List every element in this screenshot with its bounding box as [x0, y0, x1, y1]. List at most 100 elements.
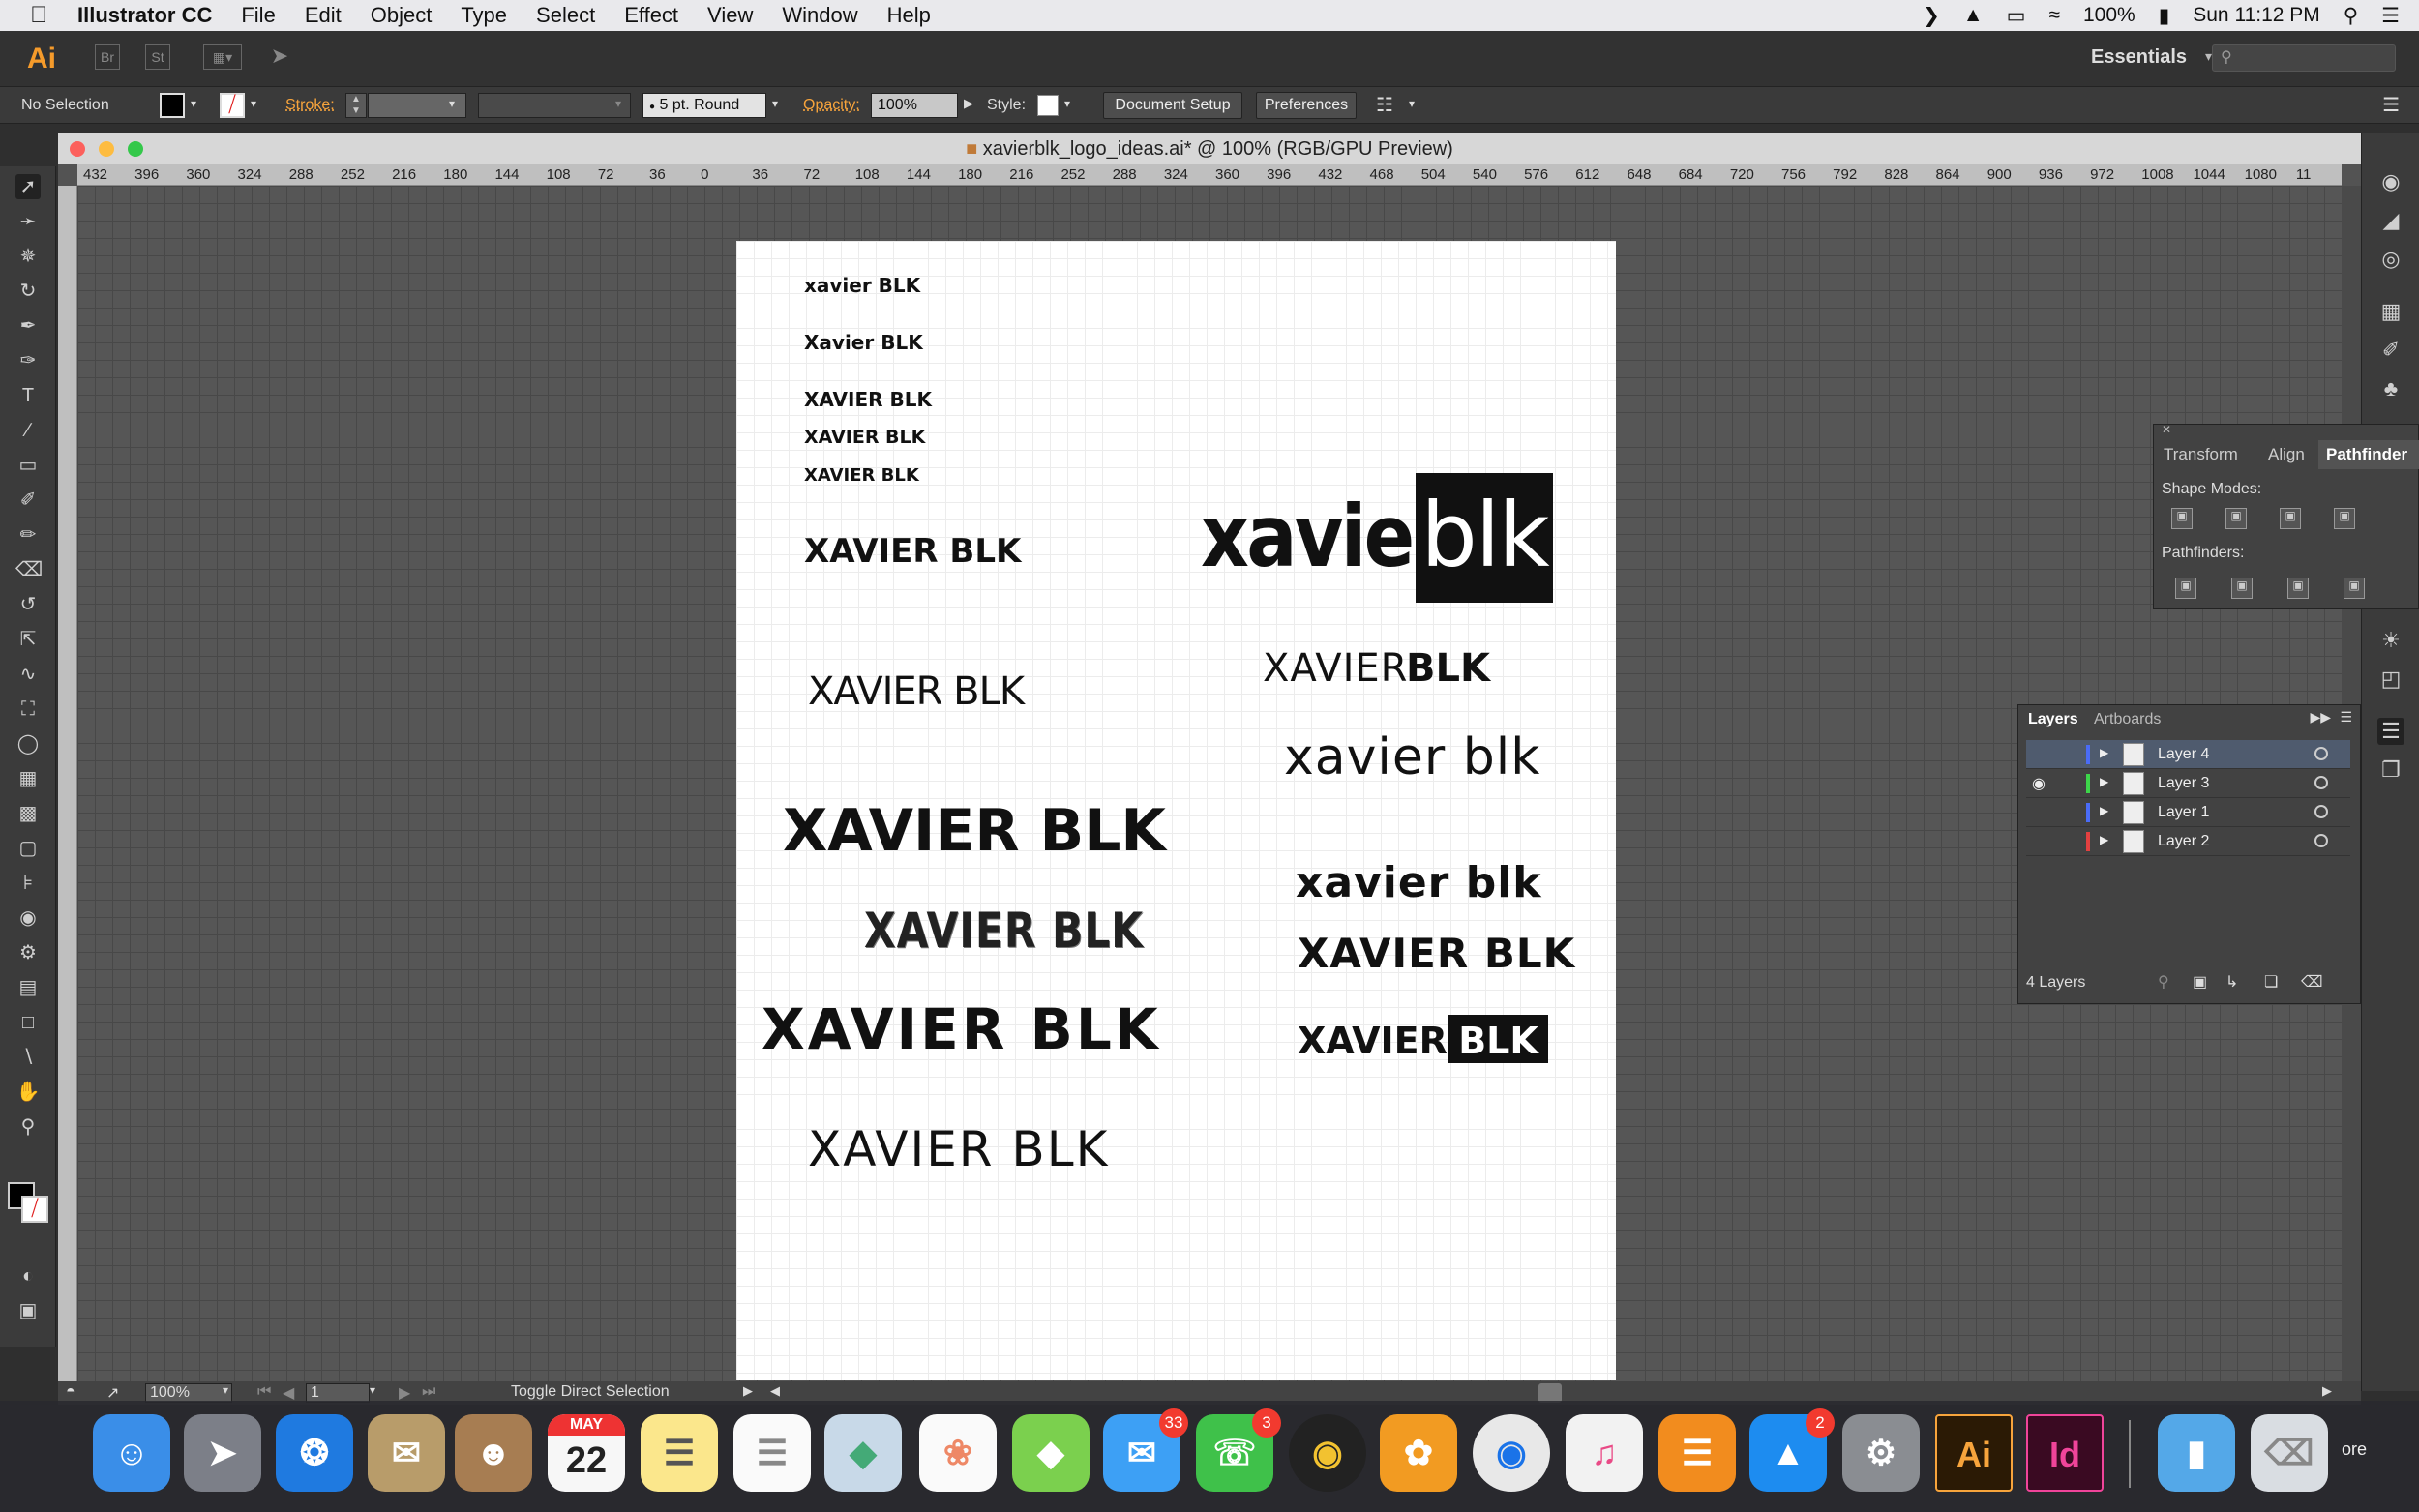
logo-variant-blk-word[interactable]: BLK [1406, 649, 1490, 688]
menu-effect[interactable]: Effect [624, 3, 678, 28]
collapse-panel-icon[interactable]: ▶▶ [2310, 709, 2331, 726]
rectangle-tool-icon[interactable]: ▭ [15, 453, 41, 478]
mail-icon[interactable]: ✉ [368, 1414, 445, 1492]
screen-mode-icon[interactable]: ▣ [15, 1298, 41, 1323]
graphic-styles-icon[interactable]: ◰ [2377, 666, 2404, 693]
target-icon[interactable] [2314, 747, 2328, 760]
battery-icon[interactable]: ▮ [2159, 4, 2170, 28]
zoom-tool-icon[interactable]: ⚲ [15, 1114, 41, 1140]
adobe-cc-icon[interactable]: ▲ [1963, 4, 1984, 27]
ibooks-icon[interactable]: ☰ [1658, 1414, 1736, 1492]
zoom-level-input[interactable]: 100% [145, 1383, 232, 1403]
logo-variant[interactable]: XAVIER BLK [804, 429, 925, 447]
status-message[interactable]: Toggle Direct Selection [511, 1383, 670, 1401]
layer-name[interactable]: Layer 3 [2158, 775, 2209, 792]
last-artboard-icon[interactable]: ⏭ [422, 1383, 435, 1401]
clock[interactable]: Sun 11:12 PM [2193, 4, 2320, 27]
sims-icon[interactable]: ◆ [1012, 1414, 1090, 1492]
contacts-icon[interactable]: ☻ [455, 1414, 532, 1492]
slice-tool-icon[interactable]: ∖ [15, 1045, 41, 1070]
trim-button[interactable]: ▣ [2231, 578, 2253, 599]
chevron-down-icon[interactable]: ▾ [1064, 97, 1070, 110]
magic-wand-tool-icon[interactable]: ✵ [15, 244, 41, 269]
maps-icon[interactable]: ◆ [824, 1414, 902, 1492]
logo-variant[interactable]: XAVIER BLK [783, 802, 1166, 860]
next-artboard-icon[interactable]: ▶ [399, 1383, 410, 1403]
calendar-icon[interactable]: MAY 22 [548, 1414, 625, 1492]
graph-tool-icon[interactable]: ▤ [15, 975, 41, 1000]
artboards-icon[interactable]: ❐ [2377, 756, 2404, 784]
brush-definition[interactable]: ● 5 pt. Round [642, 93, 766, 118]
share-icon[interactable]: ↗ [106, 1383, 119, 1403]
expand-triangle-icon[interactable]: ▶ [2100, 775, 2108, 788]
graphic-style-swatch[interactable] [1037, 95, 1059, 116]
menu-object[interactable]: Object [371, 3, 433, 28]
logo-variant[interactable]: xavier blk [1284, 732, 1540, 783]
tab-layers[interactable]: Layers [2028, 711, 2078, 728]
safari-icon[interactable]: ❂ [276, 1414, 353, 1492]
cc-libraries-icon[interactable]: ◎ [2377, 246, 2404, 273]
tab-transform[interactable]: Transform [2164, 440, 2238, 469]
logo-variant[interactable]: xavier blk [1296, 862, 1542, 904]
logo-variant[interactable]: XAVIER BLK [1298, 934, 1575, 974]
draw-mode-icon[interactable]: ◐ [15, 1263, 41, 1289]
chevron-down-icon[interactable]: ▾ [2205, 48, 2212, 65]
gpu-performance-icon[interactable]: ➤ [267, 44, 292, 70]
eye-icon[interactable]: ◉ [2032, 774, 2046, 793]
workspace-switcher[interactable]: Essentials [2091, 46, 2187, 69]
pencil-tool-icon[interactable]: ✏ [15, 522, 41, 548]
logo-variant[interactable]: Xavier BLK [804, 333, 923, 352]
close-window-button[interactable] [70, 141, 85, 157]
unite-button[interactable]: ▣ [2171, 508, 2193, 529]
canvas[interactable]: xavier BLK Xavier BLK XAVIER BLK XAVIER … [77, 186, 2342, 1385]
notification-center-icon[interactable]: ☰ [2381, 4, 2400, 28]
blend-tool-icon[interactable]: ◉ [15, 905, 41, 931]
curvature-tool-icon[interactable]: ✑ [15, 348, 41, 373]
notes-icon[interactable]: ☰ [641, 1414, 718, 1492]
app-store-icon[interactable]: ▲ 2 [1749, 1408, 1835, 1492]
intersect-button[interactable]: ▣ [2280, 508, 2301, 529]
layers-icon[interactable]: ☰ [2377, 718, 2404, 745]
first-artboard-icon[interactable]: ⏮ [257, 1383, 271, 1401]
arrange-icon[interactable]: ☷ [1376, 93, 1393, 117]
chevron-down-icon[interactable]: ▾ [1409, 97, 1415, 110]
logo-variant[interactable]: XAVIER BLK [804, 535, 1021, 568]
visibility-toggle[interactable] [2032, 746, 2051, 763]
panel-menu-icon[interactable]: ☰ [2340, 709, 2352, 726]
exclude-button[interactable]: ▣ [2334, 508, 2355, 529]
search-adobe-stock-input[interactable]: ⚲ [2212, 44, 2396, 72]
logo-variant[interactable]: XAVIER BLK [804, 467, 919, 485]
make-clipping-mask-icon[interactable]: ▣ [2193, 972, 2207, 992]
opacity-label[interactable]: Opacity: [803, 97, 860, 114]
divide-button[interactable]: ▣ [2175, 578, 2196, 599]
type-tool-icon[interactable]: T [15, 383, 41, 408]
scroll-right-icon[interactable]: ▶ [2322, 1383, 2332, 1399]
tab-align[interactable]: Align [2268, 440, 2305, 469]
artboard-tool-icon[interactable]: □ [15, 1010, 41, 1035]
menu-window[interactable]: Window [782, 3, 857, 28]
brushes-icon[interactable]: ✐ [2377, 337, 2404, 364]
tab-artboards[interactable]: Artboards [2094, 711, 2161, 728]
lasso-tool-icon[interactable]: ↻ [15, 279, 41, 304]
minus-front-button[interactable]: ▣ [2225, 508, 2247, 529]
horizontal-ruler[interactable]: 432 396 360 324 288 252 216 180 144 108 72 36 0 36 72 1… [77, 164, 2342, 186]
visibility-toggle[interactable] [2032, 804, 2051, 821]
finder-icon[interactable]: ☺ [93, 1414, 170, 1492]
target-icon[interactable] [2314, 805, 2328, 818]
folder-icon[interactable]: ▮ [2158, 1414, 2235, 1492]
airplay-icon[interactable]: ▭ [2007, 4, 2026, 28]
menu-edit[interactable]: Edit [305, 3, 342, 28]
logo-variant-blk-box[interactable]: BLK [1448, 1015, 1548, 1063]
arrange-documents-icon[interactable]: ▦▾ [203, 44, 242, 70]
launchpad-icon[interactable]: ➤ [184, 1414, 261, 1492]
target-icon[interactable] [2314, 776, 2328, 789]
logo-variant-xavier-word[interactable]: XAVIER [1263, 649, 1408, 688]
trash-icon[interactable]: ⌫ [2251, 1414, 2328, 1492]
stroke-label[interactable]: Stroke: [285, 97, 335, 114]
vertical-ruler[interactable] [58, 186, 77, 1385]
logo-variant[interactable]: XAVIER BLK [804, 390, 932, 409]
chevron-down-icon[interactable]: ▾ [223, 1383, 228, 1397]
menu-file[interactable]: File [241, 3, 275, 28]
illustrator-dock-icon[interactable]: Ai [1935, 1414, 2013, 1492]
line-tool-icon[interactable]: ∕ [15, 418, 41, 443]
